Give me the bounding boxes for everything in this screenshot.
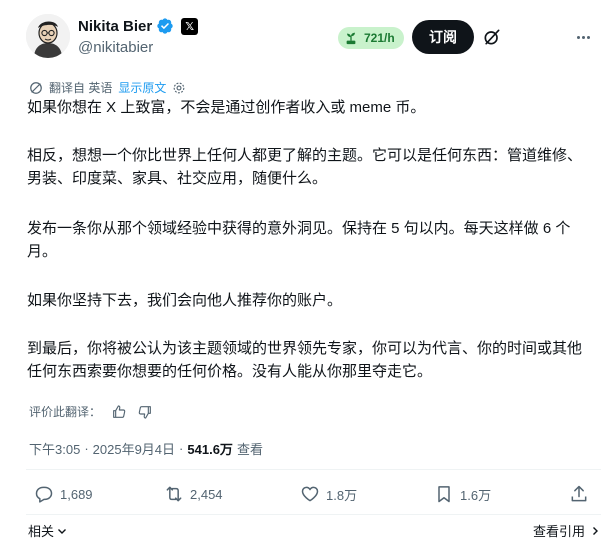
grok-icon[interactable]: [482, 27, 502, 47]
related-dropdown[interactable]: 相关: [28, 521, 68, 540]
x-affiliate-badge-icon[interactable]: 𝕏: [181, 17, 199, 35]
show-original-link[interactable]: 显示原文: [118, 79, 166, 96]
translated-from-label: 翻译自 英语: [49, 81, 113, 95]
action-bar: 1,689 2,454 1.8万 1.6万: [26, 484, 601, 514]
name-row: Nikita Bier 𝕏: [78, 17, 199, 35]
views-count[interactable]: 541.6万: [187, 439, 233, 458]
meta-separator: ·: [84, 441, 89, 456]
reply-button[interactable]: 1,689: [34, 484, 93, 504]
chevron-right-icon: [593, 526, 598, 535]
growth-rate: 721/h: [364, 31, 395, 45]
gear-icon[interactable]: [172, 81, 186, 95]
heart-icon: [301, 486, 319, 502]
meta-separator: ·: [179, 441, 184, 456]
chevron-down-icon: [58, 528, 67, 534]
bookmark-count: 1.6万: [460, 487, 492, 503]
share-icon: [571, 485, 587, 502]
reply-icon: [35, 486, 53, 503]
verified-badge-icon[interactable]: [156, 17, 174, 35]
post-footer: 相关 查看引用: [26, 521, 601, 541]
rate-translation-row: 评价此翻译：: [29, 403, 153, 420]
post-header: Nikita Bier 𝕏 @nikitabier 721/h 订阅: [26, 12, 601, 62]
post-meta: 下午3:05 · 2025年9月4日 · 541.6万 查看: [29, 439, 263, 458]
post-detail: Nikita Bier 𝕏 @nikitabier 721/h 订阅 翻译自 英…: [0, 0, 614, 551]
post-time[interactable]: 下午3:05: [29, 439, 80, 458]
related-label: 相关: [28, 524, 55, 539]
repost-icon: [166, 486, 182, 502]
post-paragraph: 到最后，你将被公认为该主题领域的世界领先专家，你可以为代言、你的时间或其他任何东…: [27, 340, 583, 380]
post-date[interactable]: 2025年9月4日: [93, 439, 175, 458]
bookmark-button[interactable]: 1.6万: [434, 484, 491, 504]
post-paragraph: 发布一条你从那个领域经验中获得的意外洞见。保持在 5 句以内。每天这样做 6 个…: [27, 220, 571, 260]
view-quotes-label: 查看引用: [532, 524, 585, 539]
repost-button[interactable]: 2,454: [164, 484, 223, 504]
translate-icon: [30, 81, 42, 94]
sprout-icon: [346, 32, 356, 45]
reply-count: 1,689: [60, 486, 93, 502]
post-paragraph: 如果你坚持下去，我们会向他人推荐你的账户。: [27, 292, 343, 309]
display-name[interactable]: Nikita Bier: [78, 18, 152, 35]
view-quotes-link[interactable]: 查看引用: [533, 521, 601, 540]
rate-translation-label: 评价此翻译：: [29, 405, 102, 419]
divider: [26, 514, 601, 515]
repost-count: 2,454: [190, 486, 223, 502]
bookmark-icon: [438, 486, 450, 503]
thumbs-down-icon[interactable]: [137, 404, 153, 420]
avatar[interactable]: [26, 14, 70, 58]
like-count: 1.8万: [326, 487, 358, 503]
share-button[interactable]: [569, 484, 589, 504]
like-button[interactable]: 1.8万: [300, 484, 357, 504]
growth-badge[interactable]: 721/h: [338, 27, 404, 49]
subscribe-button[interactable]: 订阅: [412, 20, 474, 54]
handle[interactable]: @nikitabier: [78, 39, 153, 56]
post-paragraph: 如果你想在 X 上致富，不会是通过创作者收入或 meme 币。: [27, 99, 426, 116]
more-options-icon[interactable]: [573, 27, 593, 47]
divider: [26, 469, 601, 470]
translation-row: 翻译自 英语 显示原文: [29, 79, 186, 96]
views-label[interactable]: 查看: [237, 439, 263, 458]
thumbs-up-icon[interactable]: [111, 404, 127, 420]
post-paragraph: 相反，想想一个你比世界上任何人都更了解的主题。它可以是任何东西：管道维修、男装、…: [27, 147, 583, 187]
